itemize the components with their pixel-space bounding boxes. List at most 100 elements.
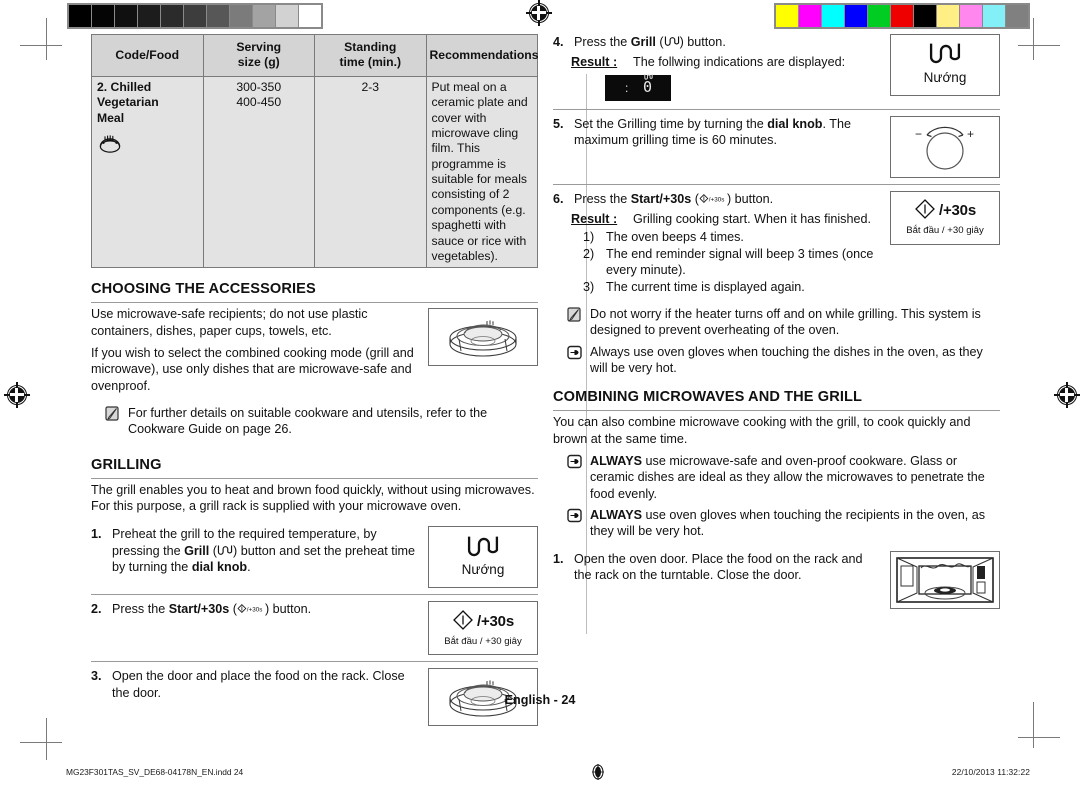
column-header-serving: Serving size (g) [202,34,315,77]
grilling-note-gloves: Always use oven gloves when touching the… [567,344,1000,377]
dial-knob-icon: − + [915,126,974,170]
grayscale-swatch-9 [276,5,298,27]
dish-on-rack-illustration [449,320,517,357]
note-pencil-icon [567,307,582,326]
open-oven-illustration-panel [890,550,1000,609]
dial-knob-panel[interactable]: − + [890,115,1000,178]
note-text: Do not worry if the heater turns off and… [590,306,981,338]
step-number: 1. [553,551,564,566]
grill-button-panel-2[interactable]: Nướng [890,34,1000,96]
header-serving-line2: size (g) [237,55,280,70]
grayscale-swatch-3 [138,5,160,27]
step-text: Press the Grill () button. [574,35,726,49]
code-line3: Meal [97,110,125,125]
svg-text:/+30s: /+30s [709,196,725,203]
color-swatch-2 [822,5,844,27]
grayscale-calibration-bar [67,3,323,29]
grill-element-icon [466,536,500,561]
grilling-step-5: 5. Set the Grilling time by turning the … [553,108,1000,184]
color-swatch-10 [1006,5,1028,27]
header-serving-line1: Serving [236,40,282,54]
grayscale-swatch-7 [230,5,252,27]
dish-on-rack-illustration-panel [428,308,538,367]
step-text: Press the Start/+30s (/+30s) button. [112,602,312,617]
color-calibration-bar [774,3,1030,29]
cell-serving-size: 300-350 400-450 [202,75,315,269]
start-button-label: /+30s [939,202,976,220]
result-label: Result : [571,55,618,70]
combining-step-1: 1. Open the oven door. Place the food on… [553,545,1000,615]
combining-intro: You can also combine microwave cooking w… [553,415,971,446]
grilling-step-2: 2. Press the Start/+30s (/+30s) button. … [91,594,538,661]
dial-minus-label: − [915,127,922,141]
step-text: Set the Grilling time by turning the dia… [574,116,851,148]
start-button-label-vn: Bắt đầu / +30 giây [906,225,984,237]
note-text: ALWAYS use oven gloves when touching the… [590,508,986,539]
grayscale-swatch-5 [184,5,206,27]
start-button-panel[interactable]: /+30s Bắt đầu / +30 giây [428,601,538,656]
lcd-digit: 0 [643,77,653,96]
step-6-result: Result : Grilling cooking start. When it… [553,211,882,227]
color-swatch-6 [914,5,936,27]
step-number: 1. [91,527,102,542]
start-plus30s-icon: /+30s [237,604,262,614]
result-label: Result : [571,212,618,227]
step-number: 4. [553,35,564,49]
start-button-label-vn: Bắt đầu / +30 giây [444,635,522,647]
page-label: English - 24 [504,693,576,707]
column-header-standing: Standing time (min.) [314,34,427,77]
serving-value-1: 300-350 [236,79,282,94]
note-pencil-icon [105,406,120,425]
section-title-combining: Combining microwaves and the grill [553,388,1000,412]
registration-target-icon-left [4,382,30,408]
footer-date: 22/10/2013 11:32:22 [951,766,1030,777]
color-swatch-9 [983,5,1005,27]
grill-button-label: Nướng [461,562,505,578]
column-header-code: Code/Food [91,34,204,77]
code-line1: 2. Chilled [97,79,152,94]
footer-filename: MG23F301TAS_SV_DE68-04178N_EN.indd 24 [66,766,244,777]
section-title-grilling: Grilling [91,456,538,479]
start-plus30s-icon: /+30s [699,193,725,203]
accessories-body: Use microwave-safe recipients; do not us… [91,306,538,400]
start-button-label: /+30s [477,612,514,630]
result-text: Grilling cooking start. When it has fini… [633,212,871,227]
pointing-hand-icon [567,508,582,527]
footer-registration-icon [591,764,605,780]
start-diamond-icon [914,198,936,224]
crop-mark [1018,737,1060,738]
accessories-note-text: For further details on suitable cookware… [128,406,488,437]
accessories-note: For further details on suitable cookware… [105,405,538,438]
left-column: Code/Food Serving size (g) Standing time… [91,34,539,732]
color-swatch-0 [776,5,798,27]
grayscale-swatch-1 [92,5,114,27]
column-header-recommendations: Recommendations [425,34,539,77]
table-header-row: Code/Food Serving size (g) Standing time… [91,34,539,77]
grilling-intro: The grill enables you to heat and brown … [91,482,535,514]
grayscale-swatch-4 [161,5,183,27]
color-swatch-8 [960,5,982,27]
section-title-accessories: Choosing the accessories [91,280,538,304]
grayscale-swatch-10 [299,5,321,27]
start-button-panel-2[interactable]: /+30s Bắt đầu / +30 giây [890,190,1000,245]
grilling-step-1: 1. Preheat the grill to the required tem… [91,520,538,594]
lcd-colon: : [625,80,629,95]
step-4-result: Result : The follwing indications are di… [553,54,882,70]
step-text: Open the oven door. Place the food on th… [574,551,863,583]
list-item: 1) The oven beeps 4 times. [583,230,744,245]
dial-plus-label: + [967,127,974,141]
header-standing-line1: Standing [344,40,397,54]
header-standing-line2: time (min.) [339,55,402,70]
grill-element-icon [664,36,679,46]
cell-recommendations: Put meal on a ceramic plate and cover wi… [425,75,538,269]
grayscale-swatch-8 [253,5,275,27]
color-swatch-4 [868,5,890,27]
grilling-step-6: 6. Press the Start/+30s (/+30s) button. … [553,183,1000,301]
grill-button-label: Nướng [923,70,967,86]
list-item: 2) The end reminder signal will beep 3 ti… [583,246,874,278]
accessories-paragraph-2: If you wish to select the combined cooki… [91,345,414,393]
grill-button-panel[interactable]: Nướng [428,526,538,589]
accessories-paragraph-1: Use microwave-safe recipients; do not us… [91,307,368,338]
lcd-display: : 0 [605,73,671,101]
combining-note-gloves: ALWAYS use oven gloves when touching the… [567,507,1000,540]
